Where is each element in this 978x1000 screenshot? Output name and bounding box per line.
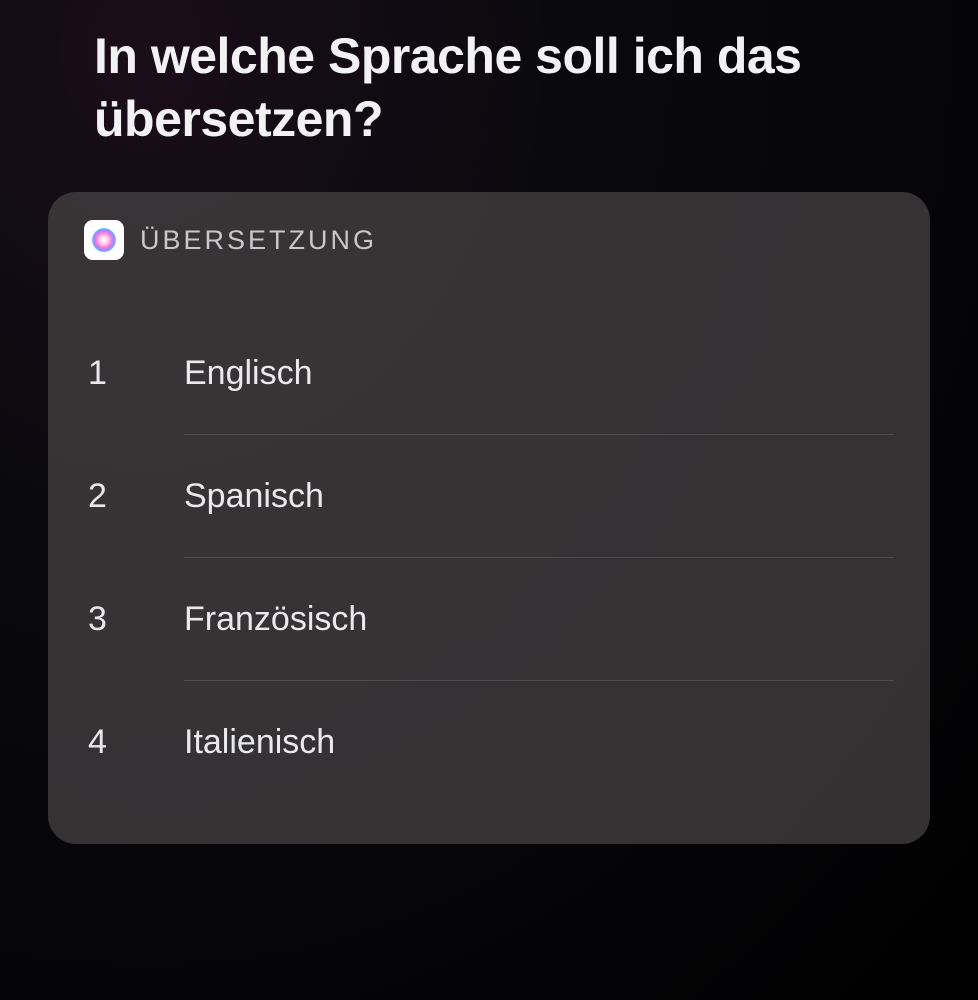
- language-option-french[interactable]: 3 Französisch: [84, 558, 894, 681]
- option-label: Spanisch: [184, 477, 324, 516]
- translation-card: ÜBERSETZUNG 1 Englisch 2 Spanisch 3 Fran…: [48, 192, 930, 844]
- language-option-list: 1 Englisch 2 Spanisch 3 Französisch 4 It…: [84, 312, 894, 804]
- option-number: 1: [84, 354, 184, 393]
- language-option-italian[interactable]: 4 Italienisch: [84, 681, 894, 804]
- option-label: Englisch: [184, 354, 313, 393]
- card-title: ÜBERSETZUNG: [140, 225, 377, 256]
- siri-prompt-title: In welche Sprache soll ich das übersetze…: [94, 25, 938, 150]
- language-option-spanish[interactable]: 2 Spanisch: [84, 435, 894, 558]
- option-number: 3: [84, 600, 184, 639]
- option-label: Französisch: [184, 600, 367, 639]
- siri-icon: [84, 220, 124, 260]
- option-label: Italienisch: [184, 723, 335, 762]
- language-option-english[interactable]: 1 Englisch: [84, 312, 894, 435]
- option-number: 2: [84, 477, 184, 516]
- option-number: 4: [84, 723, 184, 762]
- card-header: ÜBERSETZUNG: [84, 220, 894, 260]
